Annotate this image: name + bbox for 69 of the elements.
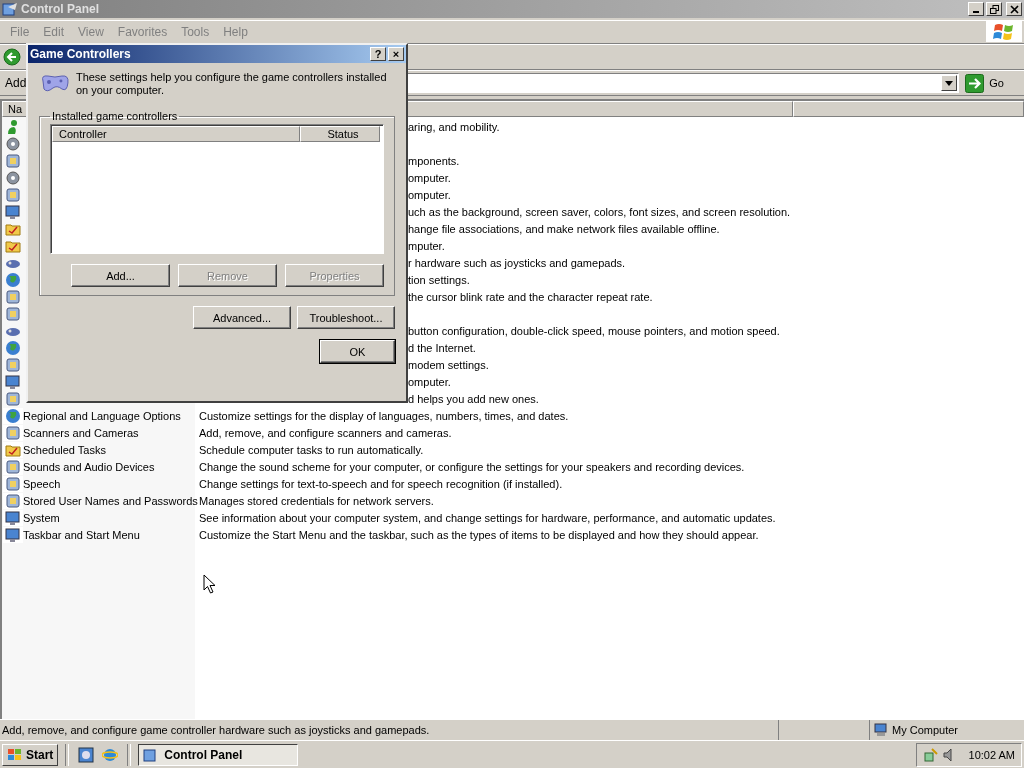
address-label: Add	[5, 76, 27, 90]
item-description: omputer.	[408, 375, 451, 388]
item-description: d helps you add new ones.	[408, 392, 539, 405]
start-button[interactable]: Start	[2, 744, 59, 766]
item-name[interactable]: Sounds and Audio Devices	[23, 460, 199, 473]
globe-icon	[5, 407, 21, 424]
item-description: r hardware such as joysticks and gamepads.	[408, 256, 626, 269]
group-label: Installed game controllers	[51, 110, 179, 122]
item-name[interactable]: Scanners and Cameras	[23, 426, 199, 439]
monitor-icon	[5, 509, 21, 526]
dialog-title: Game Controllers	[30, 47, 132, 61]
item-name[interactable]: Speech	[23, 477, 199, 490]
zone-text: My Computer	[892, 724, 959, 736]
dialog-button[interactable]: Add...	[71, 264, 170, 287]
go-button[interactable]: Go	[959, 73, 1024, 93]
item-description: See information about your computer system, and change settings for hardware, performance, and automatic updates.	[199, 511, 776, 524]
item-description: mponents.	[408, 154, 460, 167]
item-description: button configuration, double-click speed, mouse pointers, and motion speed.	[408, 324, 780, 337]
item-description: Change settings for text-to-speech and for speech recognition (if installed).	[199, 477, 563, 490]
window-title: Control Panel	[21, 2, 100, 16]
status-text: Add, remove, and configure game controller hardware such as joysticks and gamepads.	[0, 720, 779, 740]
item-description: Schedule computer tasks to run automatically.	[199, 443, 424, 456]
item-description: mputer.	[408, 239, 445, 252]
item-description: hange file associations, and make network files available offline.	[408, 222, 720, 235]
item-description: modem settings.	[408, 358, 489, 371]
monitor-icon	[5, 203, 21, 220]
item-description: aring, and mobility.	[408, 120, 500, 133]
restore-icon	[989, 4, 999, 14]
computer-icon	[874, 723, 888, 737]
monitor-icon	[5, 373, 21, 390]
item-description: Manages stored credentials for network servers.	[199, 494, 434, 507]
item-name[interactable]: Regional and Language Options	[23, 409, 199, 422]
item-description: omputer.	[408, 171, 451, 184]
item-description: Add, remove, and configure scanners and cameras.	[199, 426, 452, 439]
item-description: Customize settings for the display of languages, numbers, times, and dates.	[199, 409, 569, 422]
help-button[interactable]: ?	[370, 47, 386, 61]
gear-icon	[5, 135, 21, 152]
back-button[interactable]	[3, 48, 21, 66]
controller-list[interactable]: Controller Status	[50, 124, 384, 254]
intro-text: These settings help you configure the game controllers installed on your computer.	[75, 71, 388, 97]
minimize-icon	[973, 11, 979, 13]
item-description: Customize the Start Menu and the taskbar, such as the types of items to be displayed and how they should appear.	[199, 528, 759, 541]
item-name[interactable]: Scheduled Tasks	[23, 443, 199, 456]
column-header[interactable]: Controller	[52, 126, 300, 142]
pointer-icon	[203, 574, 216, 594]
item-description: d the Internet.	[408, 341, 476, 354]
ok-button[interactable]: OK	[320, 340, 395, 363]
dropdown-button[interactable]	[941, 75, 958, 91]
close-button[interactable]: ×	[388, 47, 404, 61]
windows-logo-icon	[7, 748, 23, 762]
item-description: tion settings.	[408, 273, 470, 286]
dialog-button[interactable]: Troubleshoot...	[297, 306, 395, 329]
item-name[interactable]: Taskbar and Start Menu	[23, 528, 199, 541]
item-description: Change the sound scheme for your computer, or configure the settings for your speakers and recording devices.	[199, 460, 745, 473]
column-header[interactable]	[793, 101, 1024, 117]
taskbar-button[interactable]: Control Panel	[138, 744, 299, 766]
item-description: the cursor blink rate and the character repeat rate.	[408, 290, 653, 303]
close-icon	[1009, 4, 1019, 14]
globe-icon	[5, 339, 21, 356]
item-description: uch as the background, screen saver, colors, font sizes, and screen resolution.	[408, 205, 791, 218]
desktop-icon[interactable]	[78, 747, 95, 763]
clock: 10:02 AM	[968, 749, 1015, 761]
item-name[interactable]: System	[23, 511, 199, 524]
caret-icon	[945, 80, 954, 86]
item-description: omputer.	[408, 188, 451, 201]
globe-icon	[5, 271, 21, 288]
dialog-button[interactable]: Advanced...	[193, 306, 291, 329]
column-header[interactable]: Status	[300, 126, 380, 142]
item-name[interactable]: Stored User Names and Passwords	[23, 494, 199, 507]
